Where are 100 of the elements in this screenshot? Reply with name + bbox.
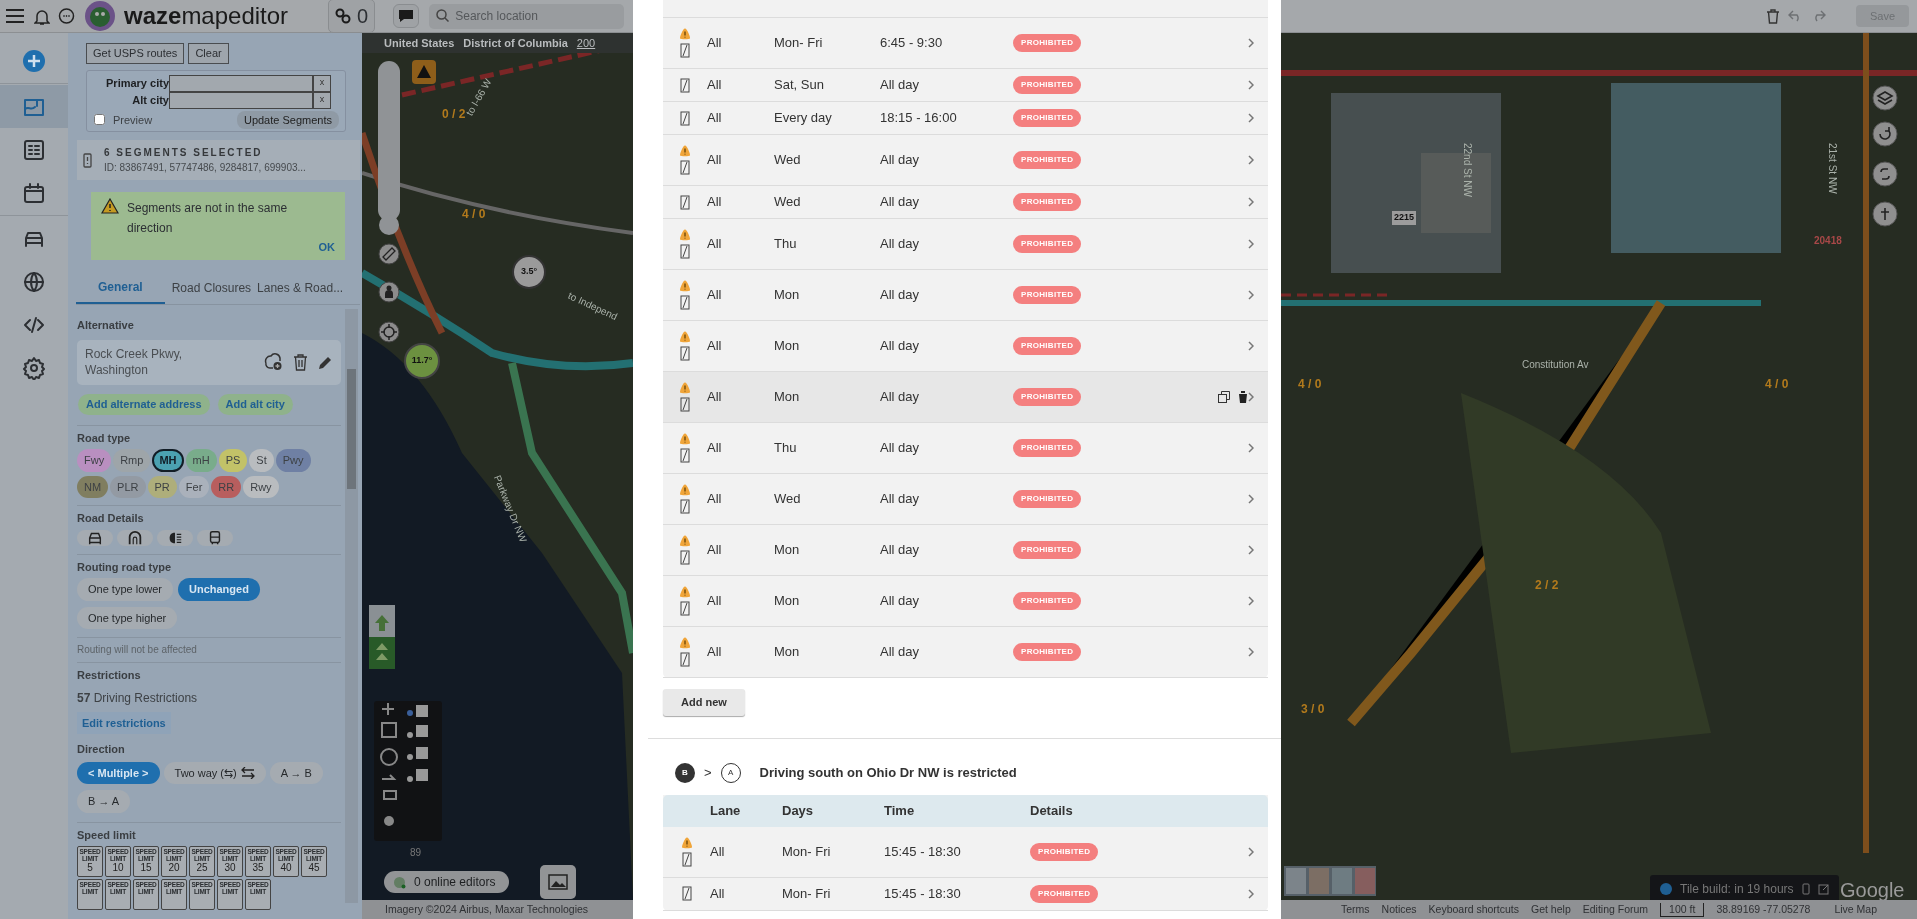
city-add-icon[interactable] bbox=[263, 353, 283, 372]
reload-icon[interactable] bbox=[1872, 121, 1898, 147]
restriction-row[interactable]: All Mon All day PROHIBITED bbox=[663, 372, 1268, 423]
delete-icon[interactable] bbox=[1765, 8, 1780, 24]
chevron-right-icon[interactable] bbox=[1248, 239, 1254, 249]
road-detail-button[interactable] bbox=[197, 529, 233, 546]
restriction-row[interactable]: All Mon All day PROHIBITED bbox=[663, 627, 1268, 678]
reset-field-button[interactable]: x bbox=[313, 74, 331, 92]
footer-link[interactable]: Live Map bbox=[1834, 901, 1877, 918]
chat-bubble-button[interactable] bbox=[393, 4, 420, 28]
bell-icon[interactable] bbox=[34, 7, 50, 25]
city-input[interactable] bbox=[169, 74, 313, 92]
delete-icon[interactable] bbox=[1238, 391, 1248, 403]
restriction-row[interactable]: All Mon- Fri 15:45 - 18:30 PROHIBITED bbox=[663, 826, 1268, 878]
status-badge: PROHIBITED bbox=[1013, 151, 1082, 169]
chevron-right-icon[interactable] bbox=[1248, 443, 1254, 453]
editors-counter[interactable]: 0 bbox=[328, 0, 376, 33]
road-type-chip[interactable]: St bbox=[249, 449, 274, 472]
restriction-row[interactable]: All Mon All day PROHIBITED bbox=[663, 525, 1268, 576]
lane-icon bbox=[680, 550, 690, 565]
panel-tab[interactable]: Lanes & Road... bbox=[254, 274, 347, 304]
restriction-row[interactable]: All Mon- Fri 15:45 - 18:30 PROHIBITED bbox=[663, 877, 1268, 911]
routing-option[interactable]: Unchanged bbox=[178, 578, 260, 601]
panel-tab[interactable]: Road Closures bbox=[168, 274, 255, 304]
footer-link[interactable]: Get help bbox=[1531, 901, 1571, 918]
chevron-right-icon[interactable] bbox=[1248, 155, 1254, 165]
routing-option[interactable]: One type lower bbox=[77, 578, 173, 601]
avatar-icon[interactable] bbox=[85, 1, 115, 31]
layers-icon[interactable] bbox=[1872, 85, 1898, 111]
map-label: 21st St NW bbox=[1826, 143, 1839, 194]
scrollbar[interactable] bbox=[345, 309, 358, 903]
chevron-right-icon[interactable] bbox=[1248, 545, 1254, 555]
lane-text: All bbox=[707, 439, 723, 458]
status-badge: PROHIBITED bbox=[1013, 643, 1082, 661]
chat-icon[interactable] bbox=[58, 7, 75, 25]
road-detail-button[interactable] bbox=[117, 529, 153, 546]
road-type-chip[interactable]: MH bbox=[152, 449, 184, 472]
restriction-row[interactable]: All Mon All day PROHIBITED bbox=[663, 270, 1268, 321]
ruler-icon[interactable] bbox=[378, 243, 400, 265]
map-label: 20418 bbox=[1814, 234, 1842, 248]
restriction-row[interactable]: All Wed All day PROHIBITED bbox=[663, 135, 1268, 186]
chevron-right-icon[interactable] bbox=[1248, 341, 1254, 351]
delete-icon[interactable] bbox=[293, 353, 308, 371]
chevron-right-icon[interactable] bbox=[1248, 38, 1254, 48]
chevron-right-icon[interactable] bbox=[1248, 113, 1254, 123]
road-type-chip[interactable]: Rwy bbox=[243, 475, 279, 499]
restriction-row[interactable]: All Thu All day PROHIBITED bbox=[663, 423, 1268, 474]
chevron-right-icon[interactable] bbox=[1248, 647, 1254, 657]
chevron-right-icon[interactable] bbox=[1248, 888, 1254, 899]
share-icon[interactable] bbox=[1872, 161, 1898, 187]
footer-link[interactable]: Notices bbox=[1381, 901, 1417, 918]
chevron-right-icon[interactable] bbox=[1248, 846, 1254, 857]
status-icon bbox=[1660, 883, 1672, 895]
road-type-chip[interactable]: Fer bbox=[178, 475, 210, 499]
direction-option[interactable]: < Multiple > bbox=[77, 761, 160, 785]
online-editors-pill[interactable]: 0 online editors bbox=[384, 871, 510, 893]
road-type-chip[interactable]: mH bbox=[185, 449, 217, 472]
restriction-row[interactable]: All Wed All day PROHIBITED bbox=[663, 474, 1268, 525]
chevron-right-icon[interactable] bbox=[1248, 80, 1254, 90]
usps-button[interactable]: Get USPS routes bbox=[86, 43, 185, 64]
imagery-button[interactable] bbox=[540, 865, 576, 899]
road-detail-button[interactable] bbox=[157, 529, 193, 546]
update-segments-button[interactable]: Update Segments bbox=[236, 110, 339, 129]
preview-checkbox[interactable] bbox=[94, 114, 105, 126]
direction-option[interactable]: B → A bbox=[77, 790, 131, 813]
chevron-right-icon[interactable] bbox=[1248, 596, 1254, 606]
usps-button[interactable]: Clear bbox=[188, 43, 229, 64]
road-type-chip[interactable]: PR bbox=[147, 475, 177, 499]
open-external-icon bbox=[1817, 883, 1829, 895]
chevron-right-icon[interactable] bbox=[1248, 392, 1254, 402]
chevron-right-icon[interactable] bbox=[1248, 197, 1254, 207]
footer-link[interactable]: Editing Forum bbox=[1582, 901, 1649, 918]
restriction-row[interactable]: All Thu All day PROHIBITED bbox=[663, 219, 1268, 270]
road-type-chip[interactable]: PS bbox=[218, 449, 248, 472]
road-type-chip[interactable]: PLR bbox=[110, 475, 146, 499]
direction-option[interactable]: A → B bbox=[269, 761, 323, 785]
restriction-row[interactable]: All Every day 18:15 - 16:00 PROHIBITED bbox=[663, 102, 1268, 135]
search-field[interactable]: Search location bbox=[429, 3, 625, 29]
menu-icon[interactable] bbox=[6, 9, 24, 23]
restriction-row[interactable]: All Sat, Sun All day PROHIBITED bbox=[663, 69, 1268, 102]
restriction-row[interactable]: All Mon- Fri 6:45 - 9:30 PROHIBITED bbox=[663, 18, 1268, 69]
restriction-row[interactable]: All Wed All day PROHIBITED bbox=[663, 186, 1268, 219]
restrictions-count: 57 Driving Restrictions bbox=[77, 689, 199, 707]
map-label: 4 / 0 bbox=[462, 206, 486, 223]
chevron-right-icon[interactable] bbox=[1248, 290, 1254, 300]
copy-icon[interactable] bbox=[1218, 391, 1230, 403]
restriction-row[interactable]: All Mon All day PROHIBITED bbox=[663, 576, 1268, 627]
footer-link[interactable]: Terms bbox=[1340, 901, 1370, 918]
road-type-chip[interactable]: Rmp bbox=[113, 449, 151, 472]
chevron-right-icon[interactable] bbox=[1248, 494, 1254, 504]
direction-option[interactable]: Two way (⇆) bbox=[163, 761, 266, 785]
footer-link[interactable]: Keyboard shortcuts bbox=[1428, 901, 1520, 918]
pencil-icon[interactable] bbox=[318, 354, 333, 370]
routing-option[interactable]: One type higher bbox=[77, 606, 178, 630]
road-type-chip[interactable]: Fwy bbox=[77, 449, 112, 472]
lane-icon bbox=[680, 43, 690, 58]
add-new-button[interactable]: Add new bbox=[663, 689, 745, 716]
crosshair-icon[interactable] bbox=[378, 321, 400, 343]
road-detail-button[interactable] bbox=[77, 529, 113, 546]
map-pin-icon[interactable] bbox=[1872, 201, 1898, 227]
